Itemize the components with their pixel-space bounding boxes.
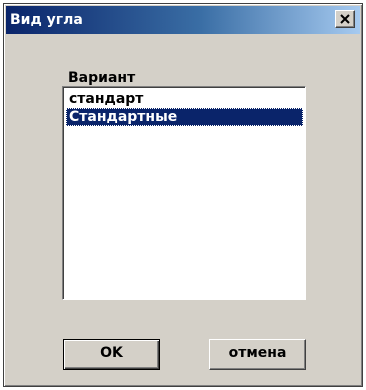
cancel-button[interactable]: отмена <box>209 339 306 370</box>
variant-listbox[interactable]: стандарт Стандартные <box>62 86 306 300</box>
window-title: Вид угла <box>10 12 83 28</box>
dialog-window: Вид угла Вариант стандарт Стандартные OK… <box>3 3 363 387</box>
list-item-standard-types[interactable]: Стандартные <box>66 108 303 126</box>
list-item-standard[interactable]: стандарт <box>66 90 303 108</box>
close-x-icon <box>340 14 350 24</box>
title-bar[interactable]: Вид угла <box>6 6 360 34</box>
variant-label: Вариант <box>68 70 136 86</box>
ok-button[interactable]: OK <box>63 339 160 370</box>
close-button[interactable] <box>335 10 355 28</box>
